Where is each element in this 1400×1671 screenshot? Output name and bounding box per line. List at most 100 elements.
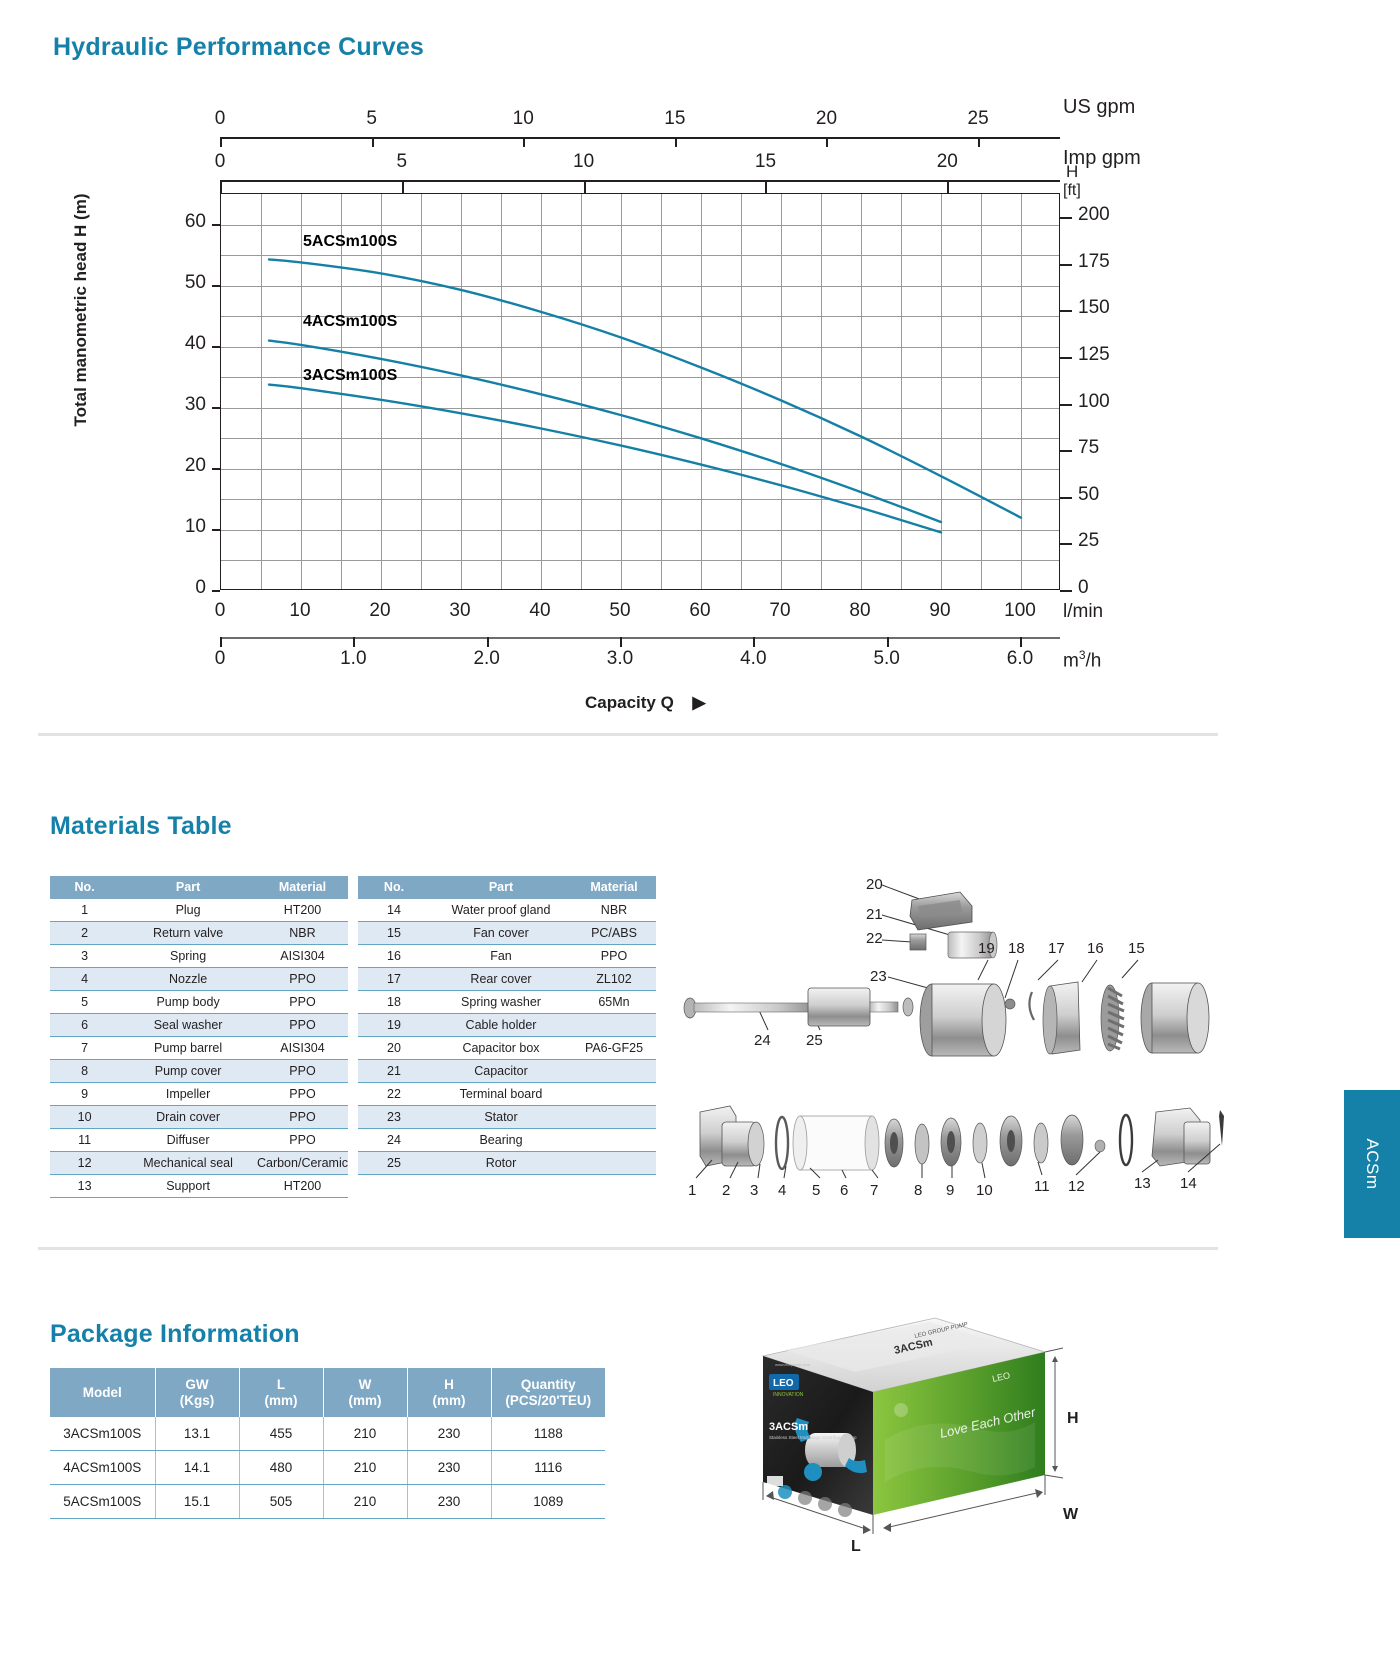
cell-material: PC/ABS xyxy=(572,921,656,945)
cell-gw: 14.1 xyxy=(155,1450,240,1486)
left-axis-tick xyxy=(212,467,220,470)
pkg-col-header-line2: (Kgs) xyxy=(179,1392,215,1408)
right-axis-tick-label: 50 xyxy=(1078,483,1100,505)
cell-qty: 1188 xyxy=(491,1417,605,1452)
cell-no: 3 xyxy=(50,944,120,968)
cell-material: PPO xyxy=(256,1013,348,1037)
materials-table-title: Materials Table xyxy=(50,812,232,840)
cell-material: HT200 xyxy=(256,1174,348,1198)
us-gpm-tick-label: 15 xyxy=(664,108,686,129)
cell-part: Pump body xyxy=(119,990,257,1014)
svg-text:3ACSm: 3ACSm xyxy=(769,1421,808,1433)
part-callout-11: 11 xyxy=(1034,1178,1050,1195)
pkg-col-header-line1: H xyxy=(444,1377,454,1392)
left-axis-tick-label: 30 xyxy=(184,393,206,415)
pkg-col-header: W (mm) xyxy=(323,1368,408,1418)
lmin-tick-label: 100 xyxy=(1004,600,1036,621)
lmin-tick-label: 90 xyxy=(929,600,951,621)
cell-material xyxy=(572,1082,656,1106)
cell-material: ZL102 xyxy=(572,967,656,991)
part-callout-2: 2 xyxy=(722,1182,731,1199)
right-axis-tick-label: 0 xyxy=(1078,577,1089,598)
col-no: No. xyxy=(50,876,120,899)
dim-label-w: W xyxy=(1063,1506,1079,1523)
table-row: 20 Capacitor box PA6-GF25 xyxy=(358,1036,656,1060)
m3h-axis-line xyxy=(220,637,1060,639)
col-part: Part xyxy=(119,876,257,899)
lmin-tick-label: 0 xyxy=(214,600,226,621)
pkg-col-header: GW (Kgs) xyxy=(155,1368,240,1418)
cell-no: 11 xyxy=(50,1128,120,1152)
m3h-tick-label: 4.0 xyxy=(740,648,767,669)
side-tab-label: ACSm xyxy=(1363,1138,1382,1190)
cell-model: 5ACSm100S xyxy=(50,1484,156,1520)
imp-gpm-tick-label: 10 xyxy=(573,151,595,172)
cell-material: PPO xyxy=(256,1082,348,1106)
m3h-tick-label: 2.0 xyxy=(473,648,500,669)
svg-text:INNOVATION: INNOVATION xyxy=(773,1392,804,1398)
cell-gw: 13.1 xyxy=(155,1417,240,1452)
m3h-tick xyxy=(753,637,756,647)
cell-material: PPO xyxy=(256,967,348,991)
us-gpm-tick-label: 20 xyxy=(815,108,838,129)
us-gpm-tick-label: 5 xyxy=(366,108,377,129)
lmin-tick-label: 40 xyxy=(529,600,551,621)
right-axis-tick xyxy=(1060,403,1072,406)
pkg-col-header-line2: (mm) xyxy=(432,1392,466,1408)
part-callout-18: 18 xyxy=(1008,940,1025,957)
cell-part: Fan xyxy=(430,944,572,968)
table-row: 8 Pump cover PPO xyxy=(50,1059,348,1083)
pkg-col-header-line1: Quantity xyxy=(520,1377,576,1392)
right-axis-tick xyxy=(1060,496,1072,499)
pkg-col-header: H (mm) xyxy=(407,1368,492,1418)
dim-label-h: H xyxy=(1067,1410,1079,1427)
dim-label-l: L xyxy=(851,1538,861,1555)
part-callout-6: 6 xyxy=(840,1182,849,1199)
cell-part: Spring washer xyxy=(430,990,572,1014)
right-axis-tick-label: 25 xyxy=(1078,530,1100,552)
right-axis-tick xyxy=(1060,263,1072,266)
imp-gpm-tick xyxy=(583,180,586,193)
table-row: 19 Cable holder xyxy=(358,1013,656,1037)
left-axis-tick-label: 40 xyxy=(184,332,206,354)
imp-gpm-tick-label: 5 xyxy=(396,151,408,172)
cell-material: HT200 xyxy=(256,899,348,922)
side-tab-acsm: ACSm xyxy=(1344,1090,1400,1238)
cell-material xyxy=(572,1151,656,1175)
part-callout-13: 13 xyxy=(1134,1175,1151,1192)
cell-no: 21 xyxy=(358,1059,430,1083)
cell-part: Support xyxy=(119,1174,257,1198)
pkg-col-header: Model xyxy=(50,1368,156,1418)
part-callout-21: 21 xyxy=(866,906,883,923)
cell-material xyxy=(572,1105,656,1129)
section-divider-2 xyxy=(38,1247,1218,1250)
right-axis-tick-label: 150 xyxy=(1078,297,1110,319)
part-callout-7: 7 xyxy=(870,1182,879,1199)
left-axis-tick-label: 60 xyxy=(184,210,206,232)
right-axis-tick-label: 125 xyxy=(1078,344,1110,366)
cell-no: 18 xyxy=(358,990,430,1014)
pkg-col-header-line1: L xyxy=(276,1377,286,1392)
curve-label-3acsm100s: 3ACSm100S xyxy=(303,367,398,384)
us-gpm-tick xyxy=(978,137,981,147)
cell-l: 455 xyxy=(239,1417,324,1452)
part-callout-23: 23 xyxy=(870,968,887,985)
cell-no: 22 xyxy=(358,1082,430,1106)
left-axis-tick-label: 50 xyxy=(184,271,206,293)
table-row: 18 Spring washer 65Mn xyxy=(358,990,656,1014)
exploded-diagram-graphic xyxy=(683,884,1224,1179)
cell-no: 8 xyxy=(50,1059,120,1083)
right-axis-tick-label: 200 xyxy=(1078,204,1110,226)
part-callout-24: 24 xyxy=(754,1032,771,1049)
right-axis-tick xyxy=(1060,450,1072,453)
cell-w: 210 xyxy=(323,1484,408,1520)
cell-part: Stator xyxy=(430,1105,572,1129)
lmin-tick-label: 10 xyxy=(289,600,311,621)
table-header-row: No. Part Material xyxy=(50,876,348,899)
hydraulic-performance-chart: US gpm Imp gpm H [ft] 5ACSm100S 4ACSm100… xyxy=(0,0,1200,740)
left-axis-tick xyxy=(212,528,220,531)
imp-gpm-tick-label: 15 xyxy=(754,151,777,172)
left-axis-tick-label: 10 xyxy=(184,515,206,537)
cell-l: 480 xyxy=(239,1450,324,1486)
m3h-tick xyxy=(886,637,889,647)
